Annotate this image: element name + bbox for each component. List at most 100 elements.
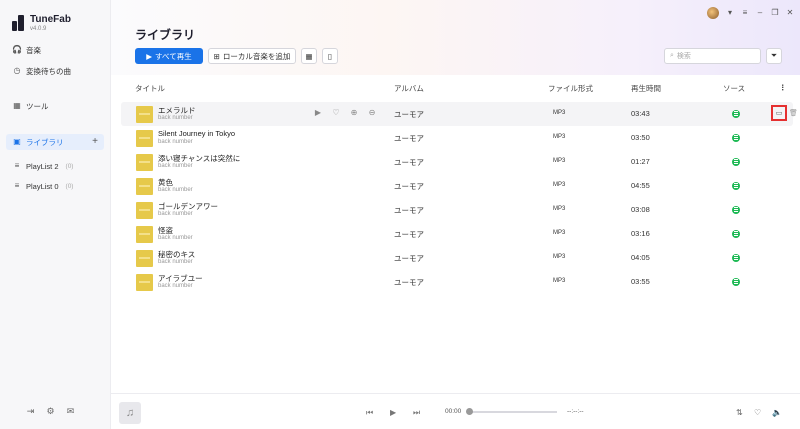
- sidebar-item-tools[interactable]: ▦ ツール: [0, 98, 111, 114]
- close-icon[interactable]: ✕: [786, 9, 794, 17]
- sidebar-item-pending[interactable]: ◷ 変換待ちの曲: [0, 63, 111, 79]
- table-row[interactable]: 添い寝チャンスは突然に back number ユーモア MP3 01:27: [121, 150, 793, 174]
- trash-icon[interactable]: 🗑: [789, 109, 798, 117]
- sidebar-item-label: 変換待ちの曲: [26, 66, 71, 76]
- filter-icon: ⏷: [770, 51, 778, 60]
- sidebar: TuneFab v4.0.9 🎧 音楽 ◷ 変換待ちの曲 ▦ ツール ▣ ライブ…: [0, 0, 111, 429]
- app-logo: TuneFab v4.0.9: [12, 14, 71, 32]
- spotify-icon: [732, 230, 740, 238]
- open-folder-button[interactable]: ▭: [771, 105, 787, 121]
- table-row[interactable]: Silent Journey in Tokyo back number ユーモア…: [121, 126, 793, 150]
- grid-view-button[interactable]: ▦: [301, 48, 317, 64]
- sidebar-footer: ⇥ ⚙ ✉: [26, 407, 75, 416]
- minimize-icon[interactable]: –: [756, 9, 764, 17]
- spotify-icon: [732, 134, 740, 142]
- chevron-down-icon[interactable]: ▾: [726, 9, 734, 17]
- playlist-count: (0): [65, 162, 74, 170]
- logout-icon[interactable]: ⇥: [26, 407, 35, 416]
- track-album: ユーモア: [394, 206, 424, 215]
- track-album: ユーモア: [394, 182, 424, 191]
- table-row[interactable]: 怪盗 back number ユーモア MP3 03:16: [121, 222, 793, 246]
- sidebar-item-playlist-0[interactable]: ≡ PlayList 0 (0): [0, 178, 111, 194]
- sidebar-item-library[interactable]: ▣ ライブラリ +: [6, 134, 104, 150]
- sidebar-item-label: ライブラリ: [26, 137, 64, 147]
- play-all-button[interactable]: ▶ すべて再生: [135, 48, 203, 64]
- track-duration: 01:27: [631, 157, 650, 166]
- column-source[interactable]: ソース: [723, 83, 745, 94]
- sidebar-item-playlist-2[interactable]: ≡ PlayList 2 (0): [0, 158, 111, 174]
- track-artist: back number: [158, 115, 193, 121]
- sidebar-item-music[interactable]: 🎧 音楽: [0, 42, 111, 58]
- spotify-icon: [732, 158, 740, 166]
- add-local-music-button[interactable]: ⊞ ローカル音楽を追加: [208, 48, 296, 64]
- add-local-label: ローカル音楽を追加: [222, 51, 291, 61]
- track-duration: 03:16: [631, 229, 650, 238]
- album-cover: [136, 106, 153, 123]
- add-box-icon: ⊞: [213, 51, 220, 61]
- album-cover: [136, 154, 153, 171]
- app-name: TuneFab: [30, 14, 71, 25]
- table-row[interactable]: エメラルド back number ▶ ♡ ⊕ ⊖ ユーモア MP3 03:43…: [121, 102, 798, 126]
- play-all-label: すべて再生: [155, 51, 192, 61]
- play-icon[interactable]: ▶: [314, 109, 322, 117]
- track-artist: back number: [158, 235, 193, 241]
- track-format: MP3: [553, 110, 566, 116]
- table-row[interactable]: ゴールデンアワー back number ユーモア MP3 03:08: [121, 198, 793, 222]
- table-row[interactable]: 秘密のキス back number ユーモア MP3 04:05: [121, 246, 793, 270]
- track-duration: 03:43: [631, 109, 650, 118]
- next-icon[interactable]: ⏭: [413, 408, 420, 418]
- previous-icon[interactable]: ⏮: [366, 408, 373, 418]
- table-row[interactable]: 黄色 back number ユーモア MP3 04:55: [121, 174, 793, 198]
- remove-circle-icon[interactable]: ⊖: [368, 109, 376, 117]
- column-title[interactable]: タイトル: [135, 83, 165, 94]
- settings-icon[interactable]: ⚙: [46, 407, 55, 416]
- album-cover: [136, 274, 153, 291]
- spotify-icon: [732, 278, 740, 286]
- search-input[interactable]: ⌕ 検索: [664, 48, 761, 64]
- folder-icon: ▭: [775, 110, 783, 117]
- album-cover: [136, 250, 153, 267]
- mail-icon[interactable]: ✉: [66, 407, 75, 416]
- track-duration: 03:55: [631, 277, 650, 286]
- restore-icon[interactable]: ❐: [771, 9, 779, 17]
- playlist-order-icon[interactable]: ⇅: [736, 408, 743, 417]
- volume-icon[interactable]: 🔈: [772, 408, 782, 417]
- column-format[interactable]: ファイル形式: [548, 83, 593, 94]
- search-icon: ⌕: [670, 52, 674, 59]
- track-artist: back number: [158, 163, 193, 169]
- add-playlist-button[interactable]: +: [92, 136, 98, 147]
- total-time: --:--:--: [567, 408, 584, 415]
- track-artist: back number: [158, 283, 193, 289]
- track-artist: back number: [158, 187, 193, 193]
- spotify-icon: [732, 206, 740, 214]
- progress-knob[interactable]: [466, 408, 473, 415]
- app-version: v4.0.9: [30, 26, 47, 32]
- table-row[interactable]: アイラブユー back number ユーモア MP3 03:55: [121, 270, 793, 294]
- play-icon[interactable]: ▶: [390, 408, 396, 417]
- more-icon[interactable]: ⋮: [779, 83, 787, 92]
- playlist-icon: ≡: [14, 161, 20, 170]
- add-circle-icon[interactable]: ⊕: [350, 109, 358, 117]
- player-bar: ♫ ⏮ ▶ ⏭ 00:00 --:--:-- ⇅ ♡ 🔈: [111, 393, 800, 429]
- current-time: 00:00: [445, 408, 462, 415]
- window-controls: ▾ ≡ – ❐ ✕: [707, 7, 794, 19]
- sidebar-item-label: ツール: [26, 101, 49, 111]
- device-button[interactable]: ▯: [322, 48, 338, 64]
- play-icon: ▶: [146, 51, 153, 61]
- track-format: MP3: [553, 182, 566, 188]
- track-artist: back number: [158, 259, 193, 265]
- avatar[interactable]: [707, 7, 719, 19]
- heart-icon[interactable]: ♡: [754, 408, 761, 417]
- column-duration[interactable]: 再生時間: [631, 83, 661, 94]
- progress-bar[interactable]: [469, 411, 557, 413]
- album-cover: [136, 130, 153, 147]
- filter-button[interactable]: ⏷: [766, 48, 782, 64]
- track-album: ユーモア: [394, 134, 424, 143]
- track-duration: 04:55: [631, 181, 650, 190]
- menu-icon[interactable]: ≡: [741, 9, 749, 17]
- heart-icon[interactable]: ♡: [332, 109, 340, 117]
- spotify-icon: [732, 254, 740, 262]
- track-duration: 04:05: [631, 253, 650, 262]
- column-album[interactable]: アルバム: [394, 83, 424, 94]
- search-placeholder: 検索: [676, 53, 691, 60]
